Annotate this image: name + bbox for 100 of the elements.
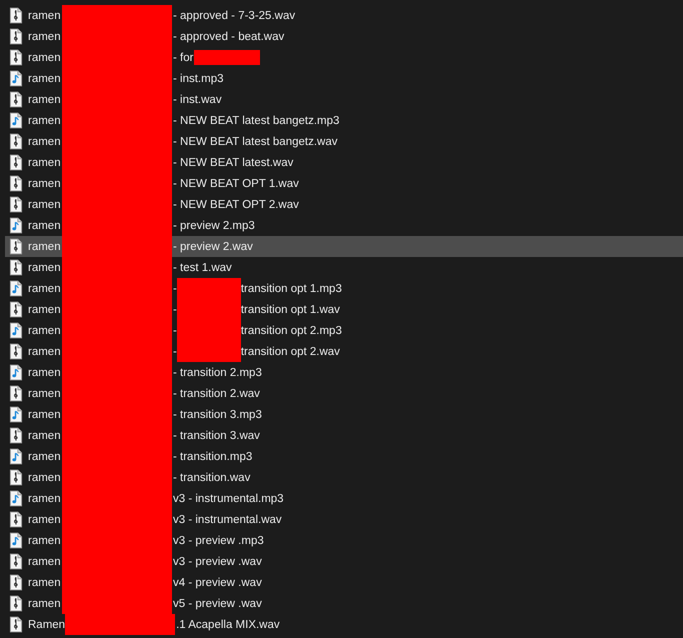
file-row[interactable]: ramen v5 - preview .wav xyxy=(5,593,683,614)
file-name: - preview 2.mp3 xyxy=(173,220,255,232)
music-file-icon xyxy=(9,112,23,129)
audio-file-icon xyxy=(9,7,23,24)
redaction-block xyxy=(194,50,260,65)
file-name: ramen xyxy=(28,72,62,84)
file-name: ramen xyxy=(28,136,62,148)
file-row[interactable]: ramen - transition opt 1.wav xyxy=(5,299,683,320)
file-name: v3 - instrumental.mp3 xyxy=(173,492,284,504)
music-file-icon xyxy=(9,280,23,297)
file-name: - approved - beat.wav xyxy=(173,30,284,42)
audio-file-icon xyxy=(9,91,23,108)
audio-file-icon xyxy=(9,553,23,570)
audio-file-icon xyxy=(9,175,23,192)
redaction-block xyxy=(176,278,241,299)
file-row[interactable]: ramen v3 - preview .wav xyxy=(5,551,683,572)
file-row[interactable]: ramen - NEW BEAT OPT 1.wav xyxy=(5,173,683,194)
file-row[interactable]: ramen - transition opt 2.wav xyxy=(5,341,683,362)
file-row[interactable]: ramen - preview 2.mp3 xyxy=(5,215,683,236)
audio-file-icon xyxy=(9,343,23,360)
audio-file-icon xyxy=(9,49,23,66)
file-row[interactable]: ramen - preview 2.wav xyxy=(5,236,683,257)
file-name: ramen xyxy=(28,198,62,210)
file-row[interactable]: ramen - approved - 7-3-25.wav xyxy=(5,5,683,26)
file-row[interactable]: ramen - transition opt 2.mp3 xyxy=(5,320,683,341)
music-file-icon xyxy=(9,490,23,507)
file-row[interactable]: ramen - transition 2.wav xyxy=(5,383,683,404)
audio-file-icon xyxy=(9,301,23,318)
file-name: transition opt 2.mp3 xyxy=(240,324,342,336)
music-file-icon xyxy=(9,448,23,465)
file-name: - approved - 7-3-25.wav xyxy=(173,10,296,22)
music-file-icon xyxy=(9,532,23,549)
file-name: ramen xyxy=(28,94,62,106)
file-name: ramen xyxy=(28,492,62,504)
file-name: - transition 3.wav xyxy=(173,430,260,442)
file-row[interactable]: ramen - NEW BEAT latest bangetz.wav xyxy=(5,131,683,152)
file-row[interactable]: ramen v3 - instrumental.wav xyxy=(5,509,683,530)
file-name: - transition.wav xyxy=(173,472,250,484)
audio-file-icon xyxy=(9,259,23,276)
audio-file-icon xyxy=(9,469,23,486)
file-name: ramen xyxy=(28,304,62,316)
file-name: ramen xyxy=(28,514,62,526)
file-name: - NEW BEAT latest bangetz.mp3 xyxy=(173,114,340,126)
file-name: - NEW BEAT latest bangetz.wav xyxy=(173,136,338,148)
file-name: - for xyxy=(173,52,194,64)
file-row[interactable]: ramen - NEW BEAT latest bangetz.mp3 xyxy=(5,110,683,131)
file-name: ramen xyxy=(28,178,62,190)
file-row[interactable]: ramen - transition.wav xyxy=(5,467,683,488)
file-row[interactable]: ramen - test 1.wav xyxy=(5,257,683,278)
file-row[interactable]: ramen - transition opt 1.mp3 xyxy=(5,278,683,299)
file-name: - test 1.wav xyxy=(173,262,232,274)
file-name: v5 - preview .wav xyxy=(173,598,262,610)
file-row[interactable]: ramen - NEW BEAT OPT 2.wav xyxy=(5,194,683,215)
file-name: ramen xyxy=(28,576,62,588)
file-name: - xyxy=(173,346,177,358)
file-name: ramen xyxy=(28,324,62,336)
file-row[interactable]: ramen - NEW BEAT latest.wav xyxy=(5,152,683,173)
music-file-icon xyxy=(9,406,23,423)
audio-file-icon xyxy=(9,427,23,444)
file-row[interactable]: ramen - transition.mp3 xyxy=(5,446,683,467)
file-name: ramen xyxy=(28,556,62,568)
file-row[interactable]: ramen - inst.mp3 xyxy=(5,68,683,89)
file-name: ramen xyxy=(28,408,62,420)
file-name: - inst.wav xyxy=(173,94,222,106)
file-name: transition opt 1.mp3 xyxy=(240,282,342,294)
file-name: - transition 2.mp3 xyxy=(173,366,262,378)
file-name: ramen xyxy=(28,262,62,274)
file-row[interactable]: ramen v4 - preview .wav xyxy=(5,572,683,593)
audio-file-icon xyxy=(9,154,23,171)
file-row[interactable]: ramen - inst.wav xyxy=(5,89,683,110)
audio-file-icon xyxy=(9,574,23,591)
file-name: - transition 3.mp3 xyxy=(173,408,262,420)
file-row[interactable]: ramen - transition 3.mp3 xyxy=(5,404,683,425)
file-name: transition opt 2.wav xyxy=(240,346,340,358)
file-row[interactable]: ramen - transition 2.mp3 xyxy=(5,362,683,383)
file-row[interactable]: Ramen .1 Acapella MIX.wav xyxy=(5,614,683,635)
file-row[interactable]: ramen - transition 3.wav xyxy=(5,425,683,446)
audio-file-icon xyxy=(9,28,23,45)
music-file-icon xyxy=(9,217,23,234)
file-name: - NEW BEAT OPT 1.wav xyxy=(173,178,299,190)
file-row[interactable]: ramen - for xyxy=(5,47,683,68)
audio-file-icon xyxy=(9,511,23,528)
file-name: - xyxy=(173,304,177,316)
audio-file-icon xyxy=(9,595,23,612)
file-name: ramen xyxy=(28,52,62,64)
file-name: ramen xyxy=(28,430,62,442)
file-name: ramen xyxy=(28,366,62,378)
file-row[interactable]: ramen v3 - preview .mp3 xyxy=(5,530,683,551)
file-name: Ramen xyxy=(28,618,66,630)
file-row[interactable]: ramen v3 - instrumental.mp3 xyxy=(5,488,683,509)
audio-file-icon xyxy=(9,196,23,213)
file-name: ramen xyxy=(28,220,62,232)
file-name: ramen xyxy=(28,240,62,252)
file-name: ramen xyxy=(28,10,62,22)
file-row[interactable]: ramen - approved - beat.wav xyxy=(5,26,683,47)
file-name: ramen xyxy=(28,346,62,358)
file-name: v3 - preview .mp3 xyxy=(173,534,264,546)
file-name: - NEW BEAT latest.wav xyxy=(173,156,294,168)
file-name: v3 - preview .wav xyxy=(173,556,262,568)
file-name: - xyxy=(173,282,177,294)
